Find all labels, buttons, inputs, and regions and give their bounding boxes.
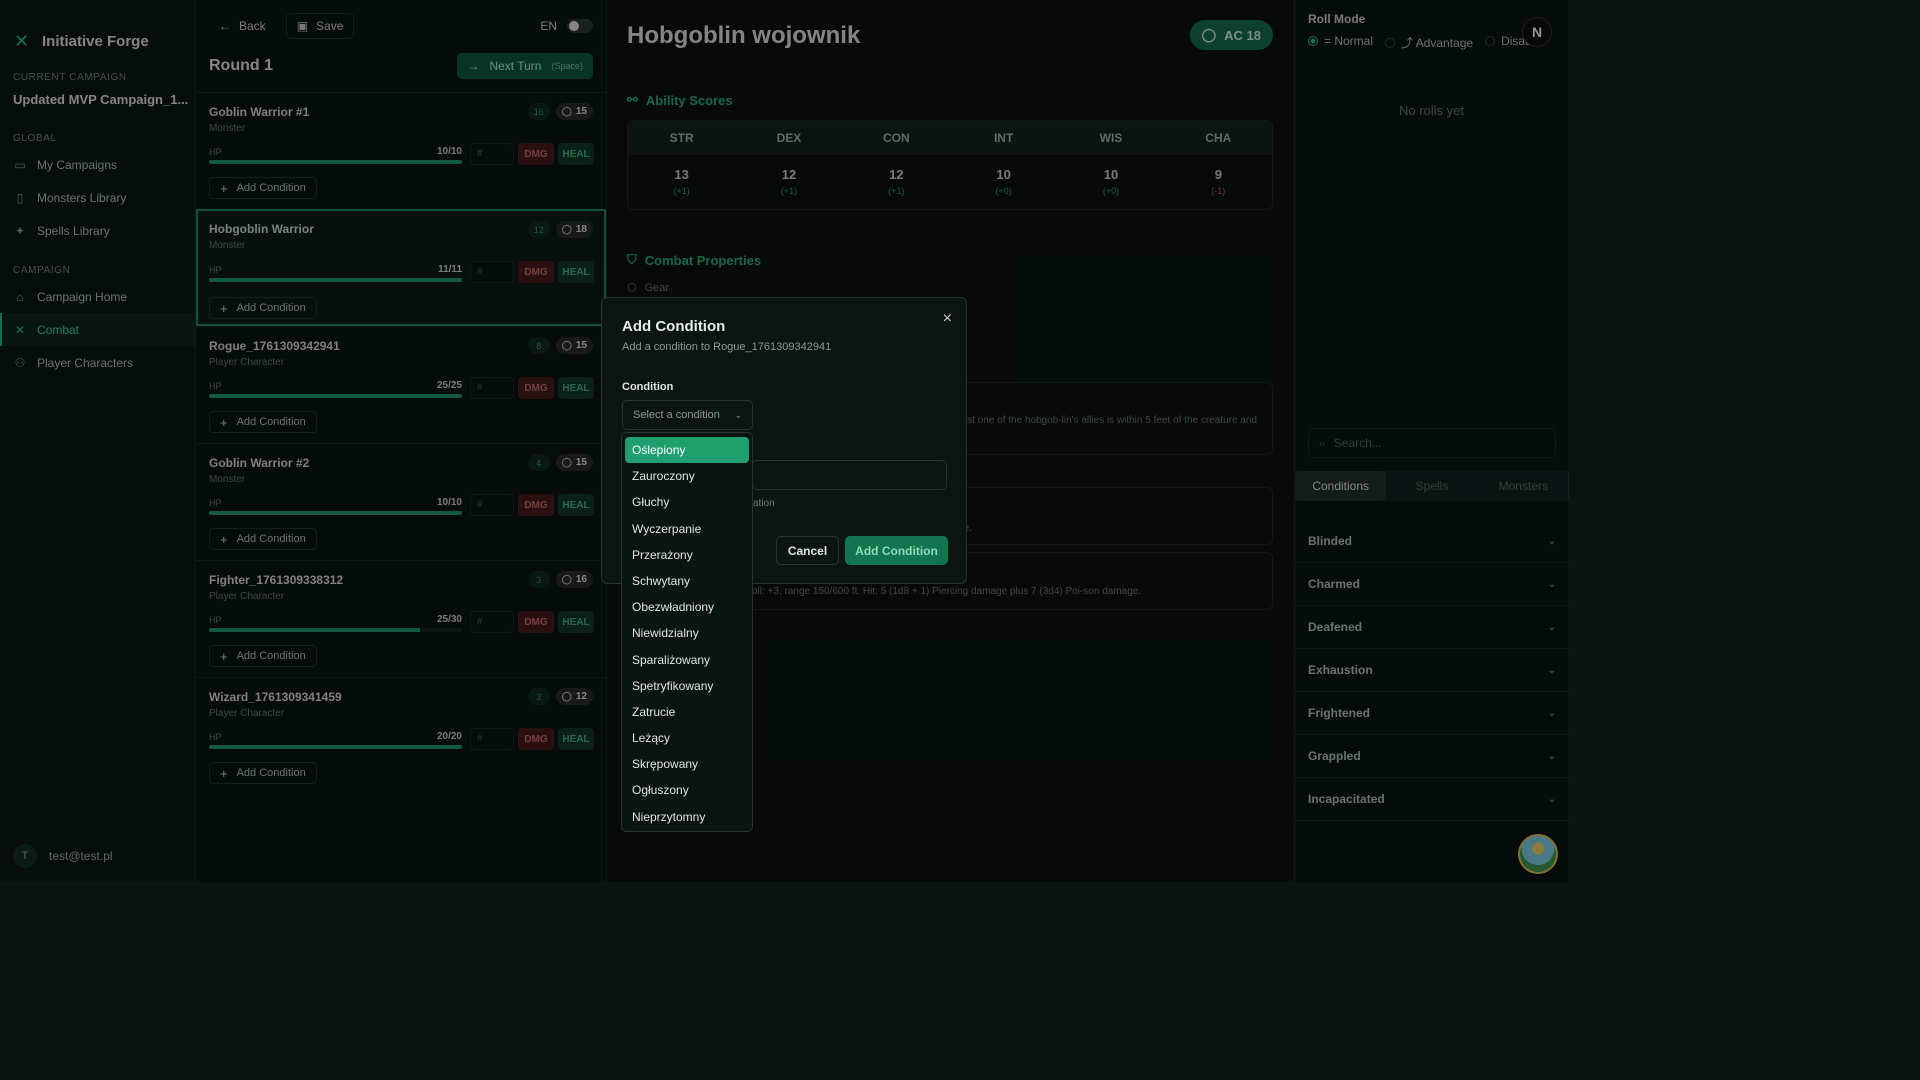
condition-option[interactable]: Niewidzialny	[625, 620, 749, 646]
condition-option[interactable]: Nieprzytomny	[625, 804, 749, 830]
condition-option[interactable]: Skrępowany	[625, 751, 749, 777]
add-condition-submit-button[interactable]: Add Condition	[845, 536, 948, 565]
condition-option[interactable]: Spetryfikowany	[625, 673, 749, 699]
condition-option[interactable]: Oślepiony	[625, 437, 749, 464]
condition-option[interactable]: Schwytany	[625, 568, 749, 594]
condition-option[interactable]: Zatrucie	[625, 699, 749, 725]
chevron-down-icon: ⌄	[734, 409, 742, 420]
condition-option[interactable]: Zauroczony	[625, 463, 749, 489]
duration-hint: ation	[753, 498, 775, 509]
condition-dropdown: Oślepiony Zauroczony Głuchy Wyczerpanie Prze…	[621, 432, 753, 832]
duration-input[interactable]	[752, 460, 947, 490]
dialog-subtitle: Add a condition to Rogue_1761309342941	[622, 341, 832, 353]
condition-select[interactable]: Select a condition ⌄	[622, 400, 753, 430]
condition-option[interactable]: Wyczerpanie	[625, 516, 749, 542]
condition-option[interactable]: Sparaliżowany	[625, 647, 749, 673]
condition-option[interactable]: Obezwładniony	[625, 594, 749, 620]
condition-option[interactable]: Ogłuszony	[625, 777, 749, 803]
dialog-title: Add Condition	[622, 318, 726, 335]
condition-option[interactable]: Głuchy	[625, 489, 749, 515]
cancel-button[interactable]: Cancel	[776, 536, 839, 565]
condition-option[interactable]: Leżący	[625, 725, 749, 751]
condition-label: Condition	[622, 381, 674, 393]
condition-option[interactable]: Przerażony	[625, 542, 749, 568]
close-icon[interactable]: ×	[943, 310, 952, 328]
condition-select-placeholder: Select a condition	[633, 409, 720, 421]
